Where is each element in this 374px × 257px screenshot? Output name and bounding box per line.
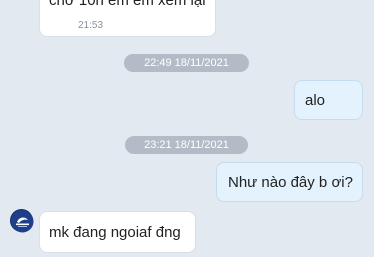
message-bubble-outgoing[interactable]: Như nào đây b ơi? [216,162,363,202]
message-bubble-incoming[interactable]: chờ 10h em em xem lại 21:53 [39,0,216,37]
contact-avatar[interactable] [10,209,34,233]
contact-avatar-icon [11,210,34,233]
message-time: 21:53 [78,20,104,31]
message-bubble-incoming[interactable]: mk đang ngoiaf đng [39,211,196,253]
date-separator: 22:49 18/11/2021 [124,54,249,72]
message-text: chờ 10h em em xem lại [49,0,206,9]
message-text: alo [305,92,326,109]
message-text: mk đang ngoiaf đng [49,224,181,241]
message-text: Như nào đây b ơi? [228,174,353,191]
date-separator: 23:21 18/11/2021 [125,136,248,154]
message-bubble-outgoing[interactable]: alo [294,80,363,120]
